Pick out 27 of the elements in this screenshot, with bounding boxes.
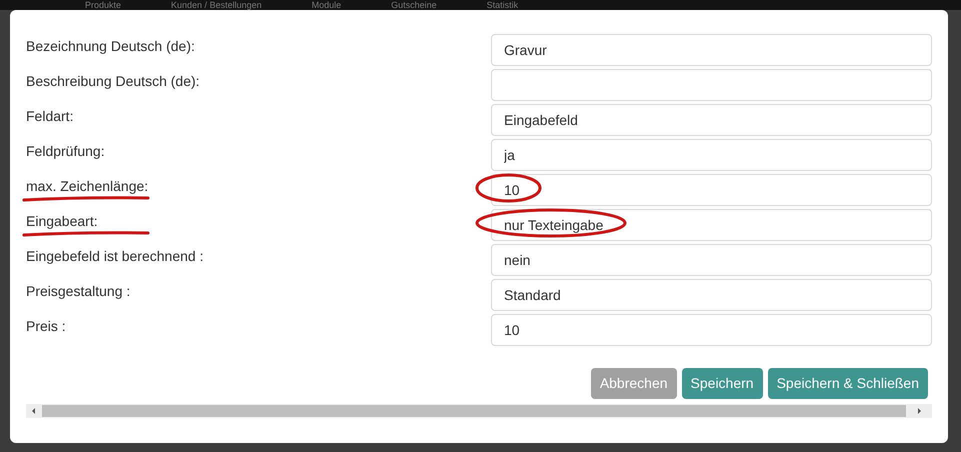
input-field[interactable]: nur Texteingabe [491, 209, 932, 241]
input-field[interactable]: nein [491, 244, 932, 276]
input-field[interactable]: Eingabefeld [491, 104, 932, 136]
field-label: max. Zeichenlänge: [26, 178, 148, 194]
nav-label: Statistik [486, 0, 518, 10]
field-label: Preisgestaltung : [26, 283, 130, 299]
nav-label: Gutscheine [391, 0, 437, 10]
field-label: Beschreibung Deutsch (de): [26, 73, 200, 89]
field-label: Feldprüfung: [26, 143, 105, 159]
field-label: Preis : [26, 318, 66, 334]
input-field[interactable]: Gravur [491, 34, 932, 66]
nav-label: Module [312, 0, 342, 10]
field-label: Feldart: [26, 108, 74, 124]
horizontal-scrollbar[interactable] [26, 404, 932, 418]
save-button[interactable]: Speichern [682, 368, 763, 399]
nav-label: Kunden / Bestellungen [171, 0, 262, 10]
field-label: Eingabeart: [26, 213, 98, 229]
field-label: Bezeichnung Deutsch (de): [26, 38, 195, 54]
input-field[interactable] [491, 69, 932, 101]
input-field[interactable]: Standard [491, 279, 932, 311]
field-label: Eingebefeld ist berechnend : [26, 248, 204, 264]
scrollbar-thumb[interactable] [42, 405, 906, 417]
save-button[interactable]: Speichern & Schließen [768, 368, 928, 399]
input-field[interactable]: ja [491, 139, 932, 171]
input-field[interactable]: 10 [491, 314, 932, 346]
input-field[interactable]: 10 [491, 174, 932, 206]
nav-label: Produkte [85, 0, 122, 10]
